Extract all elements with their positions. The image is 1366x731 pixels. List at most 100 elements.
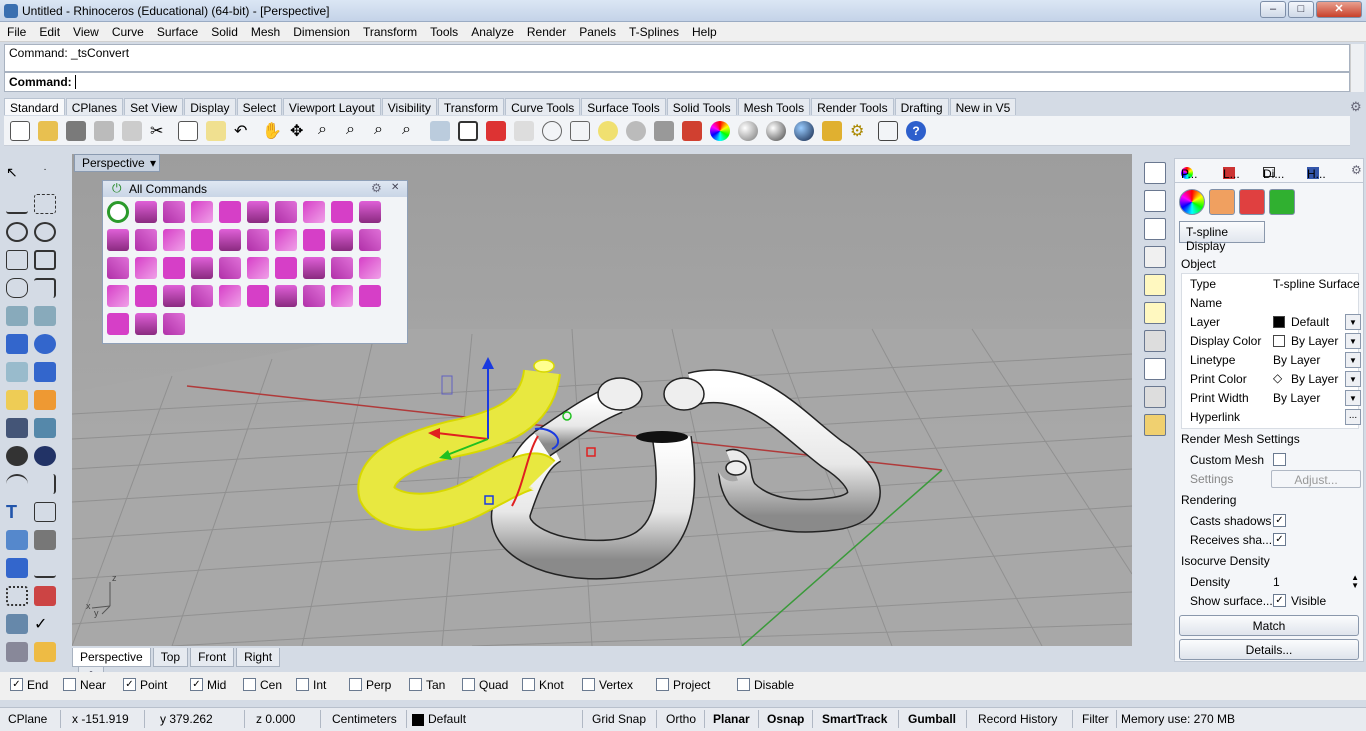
custom-mesh-checkbox[interactable] — [1273, 453, 1286, 466]
smarttrack-toggle[interactable]: SmartTrack — [822, 712, 887, 726]
osnap-point[interactable]: ✓ Point — [123, 678, 167, 692]
menu-dimension[interactable]: Dimension — [286, 22, 356, 39]
page-icon[interactable] — [1144, 162, 1166, 184]
osnap-near[interactable]: Near — [63, 678, 106, 692]
command-scrollbar[interactable] — [1350, 44, 1364, 92]
blank-page-icon[interactable] — [1144, 218, 1166, 240]
tab-curve-tools[interactable]: Curve Tools — [505, 98, 581, 115]
tspline-cube-icon[interactable] — [135, 285, 157, 307]
layer-page-icon[interactable] — [1144, 330, 1166, 352]
options-gear-icon[interactable]: ⚙ — [850, 121, 870, 141]
add-page-icon[interactable] — [1144, 358, 1166, 380]
tspline-sphere-icon[interactable] — [163, 257, 185, 279]
tspline-box-icon[interactable] — [107, 257, 129, 279]
osnap-tan[interactable]: Tan — [409, 678, 445, 692]
current-layer[interactable]: Default — [428, 712, 466, 726]
tspline-torus-icon[interactable] — [191, 229, 213, 251]
tab-transform[interactable]: Transform — [437, 98, 505, 115]
point-icon[interactable]: · — [34, 164, 56, 184]
tspline-face-icon[interactable] — [275, 229, 297, 251]
ungroup-icon[interactable] — [34, 446, 56, 466]
match-button[interactable]: Match — [1179, 615, 1359, 636]
polyline-icon[interactable] — [6, 194, 28, 214]
four-viewports-icon[interactable] — [458, 121, 478, 141]
tspline-extrude-icon[interactable] — [303, 257, 325, 279]
menu-analyze[interactable]: Analyze — [464, 22, 520, 39]
tab-render-tools[interactable]: Render Tools — [811, 98, 894, 115]
tspline-weld-icon[interactable] — [359, 229, 381, 251]
hide-objects-bulb-icon[interactable] — [626, 121, 646, 141]
menu-edit[interactable]: Edit — [32, 22, 66, 39]
osnap-end[interactable]: ✓ End — [10, 678, 48, 692]
minimize-button[interactable]: – — [1260, 1, 1286, 18]
toolbar-close-icon[interactable]: ✕ — [391, 182, 399, 193]
copy-icon[interactable] — [178, 121, 198, 141]
osnap-toggle[interactable]: Osnap — [767, 712, 804, 726]
help-icon[interactable]: ? — [906, 121, 926, 141]
select-arrow-icon[interactable]: ↖ — [6, 164, 28, 184]
tspline-insert-icon[interactable] — [331, 201, 353, 223]
tspline-cube-icon[interactable] — [135, 257, 157, 279]
tspline-button[interactable] — [1269, 189, 1295, 215]
osnap-mid-checkbox[interactable]: ✓ — [190, 678, 203, 692]
osnap-mid[interactable]: ✓ Mid — [190, 678, 226, 692]
decal-button[interactable] — [1239, 189, 1265, 215]
tspline-box-icon[interactable] — [107, 201, 129, 223]
text-icon[interactable]: T — [6, 502, 28, 522]
all-commands-header[interactable]: ⏻ All Commands ⚙ ✕ — [103, 181, 407, 197]
fillet-curve-icon[interactable] — [34, 278, 56, 298]
cylinder-icon[interactable] — [6, 362, 28, 382]
menu-file[interactable]: File — [0, 22, 32, 39]
new-page-icon[interactable] — [1144, 190, 1166, 212]
circle-icon[interactable] — [6, 222, 28, 242]
tab-display[interactable]: Display — [184, 98, 236, 115]
osnap-knot-checkbox[interactable] — [522, 678, 535, 692]
render-mesh-icon[interactable] — [6, 642, 28, 662]
analyze-icon[interactable] — [34, 530, 56, 550]
tspline-cylinder-icon[interactable] — [247, 201, 269, 223]
record-history-toggle[interactable]: Record History — [978, 712, 1057, 726]
tspline-insert-icon[interactable] — [331, 229, 353, 251]
panel-settings-gear-icon[interactable]: ⚙ — [1351, 163, 1362, 177]
filter-toggle[interactable]: Filter — [1082, 712, 1109, 726]
arc-icon[interactable] — [6, 250, 28, 270]
pan-hand-icon[interactable]: ✋ — [262, 121, 282, 141]
tspline-weld-icon[interactable] — [359, 285, 381, 307]
object-snap-icon[interactable] — [542, 121, 562, 141]
tspline-sphere-icon[interactable] — [163, 285, 185, 307]
menu-view[interactable]: View — [66, 22, 105, 39]
menu-solid[interactable]: Solid — [204, 22, 244, 39]
snap-toggle-icon[interactable] — [878, 121, 898, 141]
osnap-near-checkbox[interactable] — [63, 678, 76, 692]
osnap-quad-checkbox[interactable] — [462, 678, 475, 692]
planar-toggle[interactable]: Planar — [713, 712, 750, 726]
tab-top[interactable]: Top — [152, 648, 189, 667]
tspline-plane-icon[interactable] — [219, 201, 241, 223]
tspline-torus-icon[interactable] — [191, 201, 213, 223]
density-value[interactable]: 1 — [1273, 575, 1280, 589]
tspline-plane-icon[interactable] — [219, 285, 241, 307]
layer-dropdown[interactable]: ▼ — [1345, 314, 1361, 330]
menu-transform[interactable]: Transform — [356, 22, 423, 39]
toolbar-gear-icon[interactable]: ⚙ — [371, 181, 382, 195]
open-file-icon[interactable] — [38, 121, 58, 141]
save-icon[interactable] — [66, 121, 86, 141]
tspline-extrude-icon[interactable] — [303, 229, 325, 251]
paint-bucket-icon[interactable] — [34, 642, 56, 662]
tspline-box-icon[interactable] — [107, 313, 129, 335]
rendered-sphere-icon[interactable] — [794, 121, 814, 141]
casts-shadows-checkbox[interactable]: ✓ — [1273, 514, 1286, 527]
box-icon[interactable] — [6, 334, 28, 354]
tspline-extrude-icon[interactable] — [303, 201, 325, 223]
copy-objects-icon[interactable] — [34, 418, 56, 438]
osnap-cen[interactable]: Cen — [243, 678, 282, 692]
toolbar-settings-gear-icon[interactable]: ⚙ — [1350, 99, 1362, 115]
osnap-disable[interactable]: Disable — [737, 678, 794, 692]
osnap-quad[interactable]: Quad — [462, 678, 508, 692]
osnap-vertex[interactable]: Vertex — [582, 678, 633, 692]
polygon-icon[interactable] — [6, 278, 28, 298]
osnap-tan-checkbox[interactable] — [409, 678, 422, 692]
tspline-plane-icon[interactable] — [219, 229, 241, 251]
menu-mesh[interactable]: Mesh — [244, 22, 286, 39]
print-color-dropdown[interactable]: ▼ — [1345, 371, 1361, 387]
